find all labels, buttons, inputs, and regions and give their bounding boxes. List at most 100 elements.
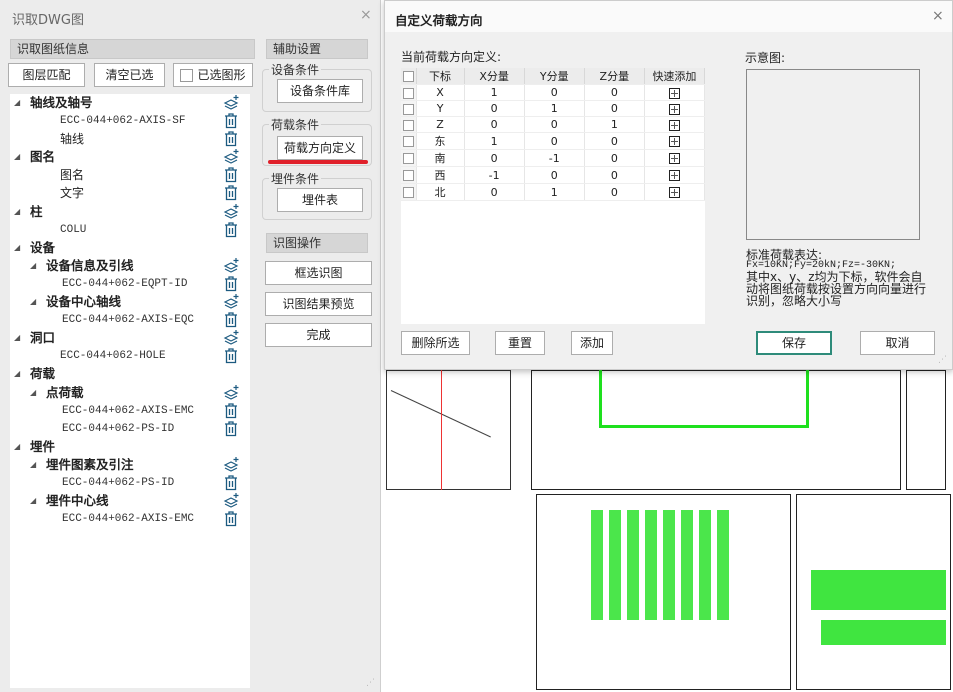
tree-item[interactable]: ◢ 荷载 <box>10 365 250 383</box>
table-row[interactable]: Z001 <box>401 116 706 133</box>
trash-icon[interactable] <box>223 475 239 491</box>
layers-add-icon[interactable] <box>223 257 239 274</box>
tree-item[interactable]: COLU <box>10 221 250 239</box>
layers-add-icon[interactable] <box>223 493 239 509</box>
tree-item[interactable]: ECC-044+062-PS-ID <box>10 474 250 492</box>
expand-triangle-icon[interactable]: ◢ <box>30 257 36 275</box>
tree-item[interactable]: ◢ 轴线及轴号 <box>10 94 250 112</box>
table-cell[interactable]: 0 <box>464 100 525 117</box>
trash-icon[interactable] <box>223 222 239 238</box>
row-select-cell[interactable] <box>401 132 417 150</box>
tree-item[interactable]: ECC-044+062-AXIS-EMC <box>10 402 250 420</box>
table-cell[interactable]: 1 <box>524 183 585 201</box>
trash-icon[interactable] <box>223 312 239 328</box>
tree-item[interactable]: ECC-044+062-AXIS-SF <box>10 112 250 130</box>
row-checkbox[interactable] <box>402 153 414 164</box>
table-cell[interactable]: 1 <box>524 100 585 117</box>
table-row[interactable]: 西 -1 0 0 <box>401 166 706 184</box>
row-checkbox[interactable] <box>402 136 414 147</box>
selected-shapes-checkbox[interactable]: 已选图形 <box>173 63 253 87</box>
expand-triangle-icon[interactable]: ◢ <box>30 293 36 311</box>
table-cell[interactable]: 1 <box>464 132 525 150</box>
row-select-cell[interactable] <box>401 100 417 117</box>
plus-icon[interactable] <box>668 119 680 131</box>
table-cell[interactable]: 北 <box>416 183 465 201</box>
expand-triangle-icon[interactable]: ◢ <box>14 239 20 257</box>
tree-item[interactable]: ECC-044+062-HOLE <box>10 347 250 365</box>
resize-grip[interactable]: ⋰ <box>938 355 947 365</box>
plus-icon[interactable] <box>668 153 680 164</box>
table-cell[interactable]: 0 <box>464 116 525 133</box>
tree-item[interactable]: 轴线 <box>10 130 250 148</box>
tree-item[interactable]: ◢ 图名 <box>10 148 250 166</box>
trash-icon[interactable] <box>223 511 239 527</box>
expand-triangle-icon[interactable]: ◢ <box>14 203 20 221</box>
table-cell[interactable]: 1 <box>464 84 525 101</box>
tree-item[interactable]: ECC-044+062-EQPT-ID <box>10 275 250 293</box>
trash-icon[interactable] <box>223 276 239 292</box>
close-icon[interactable]: × <box>932 8 944 24</box>
trash-icon[interactable] <box>223 348 239 364</box>
select-all-cell[interactable] <box>401 68 417 85</box>
quick-add-cell[interactable] <box>644 84 706 101</box>
plus-icon[interactable] <box>668 87 680 99</box>
trash-icon[interactable] <box>223 113 239 129</box>
row-select-cell[interactable] <box>401 149 417 167</box>
cancel-button[interactable]: 取消 <box>860 331 935 355</box>
preview-button[interactable]: 识图结果预览 <box>265 292 372 316</box>
tree-item[interactable]: ECC-044+062-AXIS-EQC <box>10 311 250 329</box>
row-checkbox[interactable] <box>402 103 414 115</box>
expand-triangle-icon[interactable]: ◢ <box>30 384 36 402</box>
table-cell[interactable]: 0 <box>524 84 585 101</box>
layer-match-button[interactable]: 图层匹配 <box>8 63 85 87</box>
table-cell[interactable]: 0 <box>584 132 645 150</box>
quick-add-cell[interactable] <box>644 100 706 117</box>
delete-selected-button[interactable]: 删除所选 <box>401 331 470 355</box>
plus-icon[interactable] <box>668 187 680 198</box>
expand-triangle-icon[interactable]: ◢ <box>14 94 20 112</box>
table-cell[interactable]: 0 <box>584 183 645 201</box>
table-cell[interactable]: 0 <box>584 149 645 167</box>
tree-item[interactable]: ◢ 埋件图素及引注 <box>10 456 250 474</box>
table-cell[interactable]: 0 <box>584 84 645 101</box>
tree-item[interactable]: ◢ 埋件中心线 <box>10 492 250 510</box>
table-cell[interactable]: X <box>416 84 465 101</box>
quick-add-cell[interactable] <box>644 166 706 184</box>
row-select-cell[interactable] <box>401 166 417 184</box>
table-cell[interactable]: 0 <box>584 166 645 184</box>
expand-triangle-icon[interactable]: ◢ <box>14 329 20 347</box>
tree-item[interactable]: ◢ 点荷载 <box>10 384 250 402</box>
table-cell[interactable]: -1 <box>524 149 585 167</box>
layers-add-icon[interactable] <box>223 294 239 310</box>
table-row[interactable]: Y010 <box>401 100 706 117</box>
tree-item[interactable]: ◢ 设备 <box>10 239 250 257</box>
layers-add-icon[interactable] <box>223 456 239 473</box>
quick-add-cell[interactable] <box>644 183 706 201</box>
tree-item[interactable]: ECC-044+062-AXIS-EMC <box>10 510 250 528</box>
trash-icon[interactable] <box>223 421 239 437</box>
row-select-cell[interactable] <box>401 116 417 133</box>
table-cell[interactable]: 南 <box>416 149 465 167</box>
table-cell[interactable]: 1 <box>584 116 645 133</box>
table-row[interactable]: X100 <box>401 84 706 101</box>
embed-table-button[interactable]: 埋件表 <box>277 188 363 212</box>
table-cell[interactable]: 0 <box>584 100 645 117</box>
tree-item[interactable]: 图名 <box>10 166 250 184</box>
table-cell[interactable]: Z <box>416 116 465 133</box>
table-cell[interactable]: 0 <box>464 149 525 167</box>
tree-item[interactable]: ECC-044+062-PS-ID <box>10 420 250 438</box>
table-row[interactable]: 南 0 -1 0 <box>401 149 706 167</box>
tree-item[interactable]: ◢ 设备中心轴线 <box>10 293 250 311</box>
tree-item[interactable]: 文字 <box>10 184 250 202</box>
table-cell[interactable]: 东 <box>416 132 465 150</box>
layers-add-icon[interactable] <box>223 149 239 165</box>
plus-icon[interactable] <box>668 103 680 115</box>
save-button[interactable]: 保存 <box>756 331 832 355</box>
layers-add-icon[interactable] <box>223 95 239 111</box>
equip-library-button[interactable]: 设备条件库 <box>277 79 363 103</box>
checkbox[interactable] <box>180 69 194 82</box>
cad-drawing-canvas[interactable] <box>381 370 953 692</box>
trash-icon[interactable] <box>223 167 239 183</box>
quick-add-cell[interactable] <box>644 132 706 150</box>
layers-add-icon[interactable] <box>223 330 239 346</box>
